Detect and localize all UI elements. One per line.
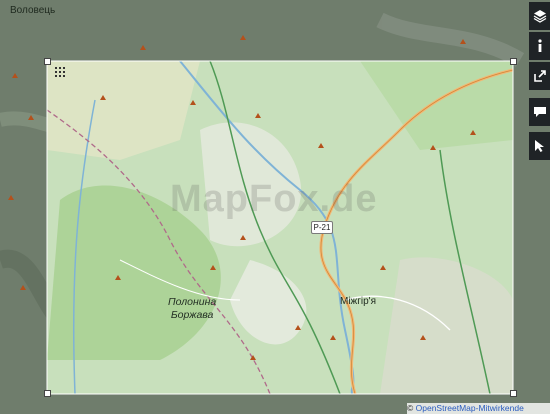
- region-label-line1: Полонина: [168, 296, 217, 308]
- resize-handle-top-right[interactable]: [510, 58, 517, 65]
- layers-icon: [533, 10, 546, 23]
- attribution-prefix: ©: [407, 403, 416, 413]
- map-attribution: © OpenStreetMap-Mitwirkende: [407, 403, 550, 414]
- layers-button[interactable]: [529, 2, 550, 30]
- place-label-polonyna-borzhava: Полонина Боржава: [168, 296, 216, 322]
- map-watermark: MapFox.de: [170, 178, 378, 220]
- share-icon: [533, 70, 546, 82]
- resize-handle-bottom-right[interactable]: [510, 390, 517, 397]
- comment-button[interactable]: [529, 98, 550, 126]
- grid-icon[interactable]: [55, 67, 65, 77]
- comment-icon: [533, 107, 546, 117]
- road-shield-p21: P-21: [311, 221, 333, 234]
- pointer-button[interactable]: [529, 132, 550, 160]
- info-icon: [537, 39, 542, 52]
- pointer-icon: [534, 140, 544, 152]
- region-label-line2: Боржава: [170, 309, 214, 321]
- resize-handle-bottom-left[interactable]: [44, 390, 51, 397]
- info-button[interactable]: [529, 32, 550, 60]
- attribution-link[interactable]: OpenStreetMap-Mitwirkende: [416, 403, 524, 413]
- place-label-mizhhirya: Міжгір'я: [340, 296, 376, 307]
- resize-handle-top-left[interactable]: [44, 58, 51, 65]
- share-button[interactable]: [529, 62, 550, 90]
- place-label-volovets: Воловець: [10, 5, 56, 16]
